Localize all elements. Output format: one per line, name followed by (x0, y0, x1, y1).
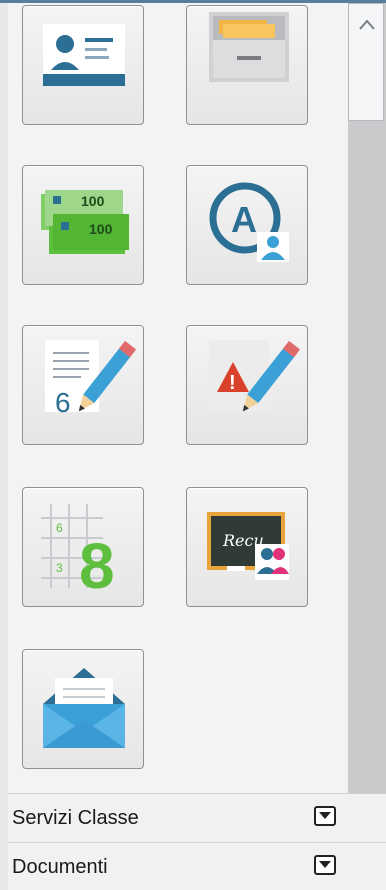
tile-user-profile[interactable]: A (186, 165, 308, 285)
vertical-scrollbar[interactable] (348, 3, 386, 793)
chevron-down-icon[interactable] (314, 806, 336, 826)
tile-grades[interactable]: 6 (22, 325, 144, 445)
section-label: Documenti (12, 856, 108, 878)
chevron-down-icon[interactable] (314, 855, 336, 875)
letter-a: A (231, 199, 257, 240)
grade-pencil-icon: 6 (45, 340, 137, 418)
tile-messages[interactable] (22, 649, 144, 769)
grade-grid-icon: 6 3 8 (41, 504, 115, 602)
tile-gradebook[interactable]: 6 3 8 (22, 487, 144, 607)
banknote-value-bottom: 100 (89, 221, 113, 237)
id-card-icon (43, 24, 125, 86)
money-banknotes-icon: 100 100 (41, 190, 129, 254)
scroll-up-button[interactable] (348, 3, 384, 121)
banknote-value-top: 100 (81, 193, 105, 209)
chevron-up-icon (358, 16, 376, 34)
icon-panel: 100 100 A 6 ! 6 3 8 Recu (8, 3, 348, 793)
tile-archive[interactable] (186, 5, 308, 125)
warning-pencil-icon: ! (209, 340, 301, 412)
grid-big-digit: 8 (79, 530, 115, 602)
tile-recovery[interactable]: Recu (186, 487, 308, 607)
section-servizi-classe[interactable]: Servizi Classe (8, 793, 386, 841)
section-label: Servizi Classe (12, 807, 139, 829)
warning-mark: ! (229, 372, 236, 394)
tile-notes[interactable]: ! (186, 325, 308, 445)
section-documenti[interactable]: Documenti (8, 842, 386, 890)
tile-student-data[interactable] (22, 5, 144, 125)
tile-payments[interactable]: 100 100 (22, 165, 144, 285)
file-cabinet-icon (209, 12, 289, 82)
envelope-icon (43, 668, 125, 748)
grid-small-a: 6 (56, 521, 63, 535)
left-edge (0, 3, 8, 890)
blackboard-recovery-icon: Recu (207, 512, 289, 580)
grade-digit: 6 (55, 387, 71, 418)
grid-small-b: 3 (56, 561, 63, 575)
letter-a-user-icon: A (209, 182, 289, 262)
